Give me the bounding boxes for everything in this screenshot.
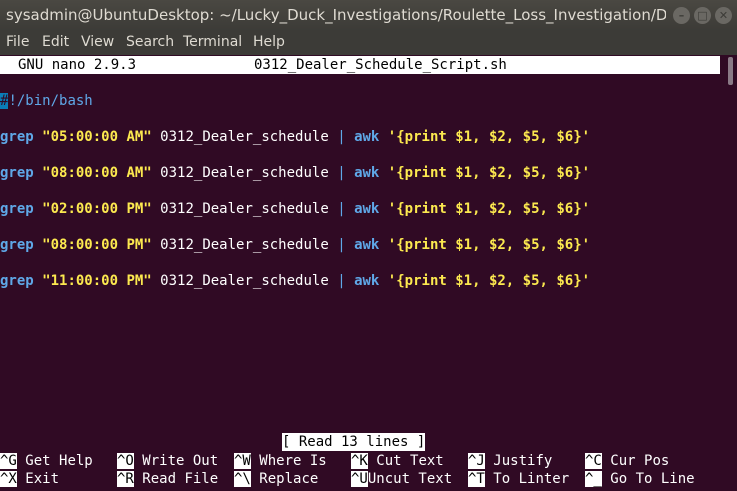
shortcut-label: Justify: [493, 453, 553, 469]
pipe-symbol: |: [337, 273, 346, 289]
grep-pattern: "11:00:00 PM": [42, 273, 152, 289]
awk-keyword: awk: [354, 165, 380, 181]
shortcut-cut-text[interactable]: ^K Cut Text: [351, 452, 444, 470]
nano-filename: 0312_Dealer_Schedule_Script.sh: [254, 57, 507, 73]
grep-keyword: grep: [0, 237, 34, 253]
shortcut-write-out[interactable]: ^O Write Out: [117, 452, 218, 470]
file-arg: 0312_Dealer_schedule: [160, 201, 329, 217]
code-line[interactable]: grep "08:00:00 AM" 0312_Dealer_schedule …: [0, 164, 590, 182]
shebang-text: !/bin/bash: [8, 93, 93, 109]
awk-program: '{print $1, $2, $5, $6}': [387, 273, 591, 289]
shortcut-key: ^R: [117, 471, 134, 487]
file-arg: 0312_Dealer_schedule: [160, 129, 329, 145]
pipe-symbol: |: [337, 237, 346, 253]
menu-search[interactable]: Search: [126, 34, 174, 50]
code-line[interactable]: grep "08:00:00 PM" 0312_Dealer_schedule …: [0, 236, 590, 254]
awk-program: '{print $1, $2, $5, $6}': [387, 165, 591, 181]
shortcut-label: Replace: [259, 471, 319, 487]
window-title: sysadmin@UbuntuDesktop: ~/Lucky_Duck_Inv…: [6, 6, 666, 24]
scrollbar[interactable]: [728, 57, 733, 85]
grep-keyword: grep: [0, 165, 34, 181]
shortcut-label: Write Out: [142, 453, 219, 469]
file-arg: 0312_Dealer_schedule: [160, 237, 329, 253]
awk-keyword: awk: [354, 201, 380, 217]
menu-terminal[interactable]: Terminal: [183, 34, 242, 50]
shortcut-cur-pos[interactable]: ^C Cur Pos: [585, 452, 669, 470]
pipe-symbol: |: [337, 201, 346, 217]
grep-pattern: "08:00:00 PM": [42, 237, 152, 253]
shortcut-replace[interactable]: ^\ Replace: [234, 470, 318, 488]
shebang-line[interactable]: #!/bin/bash: [0, 92, 93, 110]
title-bar[interactable]: sysadmin@UbuntuDesktop: ~/Lucky_Duck_Inv…: [0, 0, 737, 31]
shortcut-key: ^U: [351, 471, 368, 487]
shortcut-exit[interactable]: ^X Exit: [0, 470, 59, 488]
shortcut-where-is[interactable]: ^W Where Is: [234, 452, 327, 470]
awk-keyword: awk: [354, 273, 380, 289]
maximize-button[interactable]: □: [694, 7, 711, 24]
file-arg: 0312_Dealer_schedule: [160, 273, 329, 289]
code-line[interactable]: grep "11:00:00 PM" 0312_Dealer_schedule …: [0, 272, 590, 290]
awk-program: '{print $1, $2, $5, $6}': [387, 237, 591, 253]
shortcut-label: Cut Text: [376, 453, 444, 469]
shortcut-justify[interactable]: ^J Justify: [468, 452, 552, 470]
shortcut-label: Where Is: [259, 453, 327, 469]
shortcut-key: ^X: [0, 471, 17, 487]
terminal-window: sysadmin@UbuntuDesktop: ~/Lucky_Duck_Inv…: [0, 0, 737, 491]
terminal-content[interactable]: GNU nano 2.9.3 0312_Dealer_Schedule_Scri…: [0, 55, 737, 491]
grep-keyword: grep: [0, 201, 34, 217]
shortcut-label: Get Help: [25, 453, 93, 469]
shortcut-to-linter[interactable]: ^T To Linter: [468, 470, 569, 488]
awk-program: '{print $1, $2, $5, $6}': [387, 201, 591, 217]
pipe-symbol: |: [337, 165, 346, 181]
shortcut-key: ^\: [234, 471, 251, 487]
menu-bar: File Edit View Search Terminal Help: [0, 31, 737, 55]
close-button[interactable]: ✕: [715, 7, 732, 24]
menu-file[interactable]: File: [6, 34, 29, 50]
shortcut-key: ^O: [117, 453, 134, 469]
awk-program: '{print $1, $2, $5, $6}': [387, 129, 591, 145]
shortcut-key: ^C: [585, 453, 602, 469]
minimize-button[interactable]: –: [673, 7, 690, 24]
grep-pattern: "05:00:00 AM": [42, 129, 152, 145]
shortcut-label: Read File: [142, 471, 219, 487]
file-arg: 0312_Dealer_schedule: [160, 165, 329, 181]
awk-keyword: awk: [354, 237, 380, 253]
status-message: [ Read 13 lines ]: [282, 433, 426, 451]
grep-keyword: grep: [0, 273, 34, 289]
shortcut-key: ^J: [468, 453, 485, 469]
shortcut-go-to-line[interactable]: ^_ Go To Line: [585, 470, 695, 488]
shortcut-label: Cur Pos: [610, 453, 670, 469]
shortcut-uncut-text[interactable]: ^UUncut Text: [351, 470, 452, 488]
menu-edit[interactable]: Edit: [42, 34, 69, 50]
grep-pattern: "02:00:00 PM": [42, 201, 152, 217]
menu-help[interactable]: Help: [253, 34, 285, 50]
menu-view[interactable]: View: [81, 34, 114, 50]
shortcut-key: ^W: [234, 453, 251, 469]
shortcut-label: Exit: [25, 471, 60, 487]
code-line[interactable]: grep "05:00:00 AM" 0312_Dealer_schedule …: [0, 128, 590, 146]
nano-header: GNU nano 2.9.3 0312_Dealer_Schedule_Scri…: [0, 56, 720, 74]
grep-pattern: "08:00:00 AM": [42, 165, 152, 181]
shortcut-key: ^T: [468, 471, 485, 487]
shortcut-label: Go To Line: [610, 471, 695, 487]
shortcut-key: ^_: [585, 471, 602, 487]
awk-keyword: awk: [354, 129, 380, 145]
nano-version: GNU nano 2.9.3: [18, 57, 137, 73]
shortcut-key: ^G: [0, 453, 17, 469]
shortcut-label: To Linter: [493, 471, 570, 487]
shortcut-label: Uncut Text: [367, 471, 453, 487]
pipe-symbol: |: [337, 129, 346, 145]
grep-keyword: grep: [0, 129, 34, 145]
shortcut-read-file[interactable]: ^R Read File: [117, 470, 218, 488]
code-line[interactable]: grep "02:00:00 PM" 0312_Dealer_schedule …: [0, 200, 590, 218]
shortcut-key: ^K: [351, 453, 368, 469]
shortcut-get-help[interactable]: ^G Get Help: [0, 452, 93, 470]
